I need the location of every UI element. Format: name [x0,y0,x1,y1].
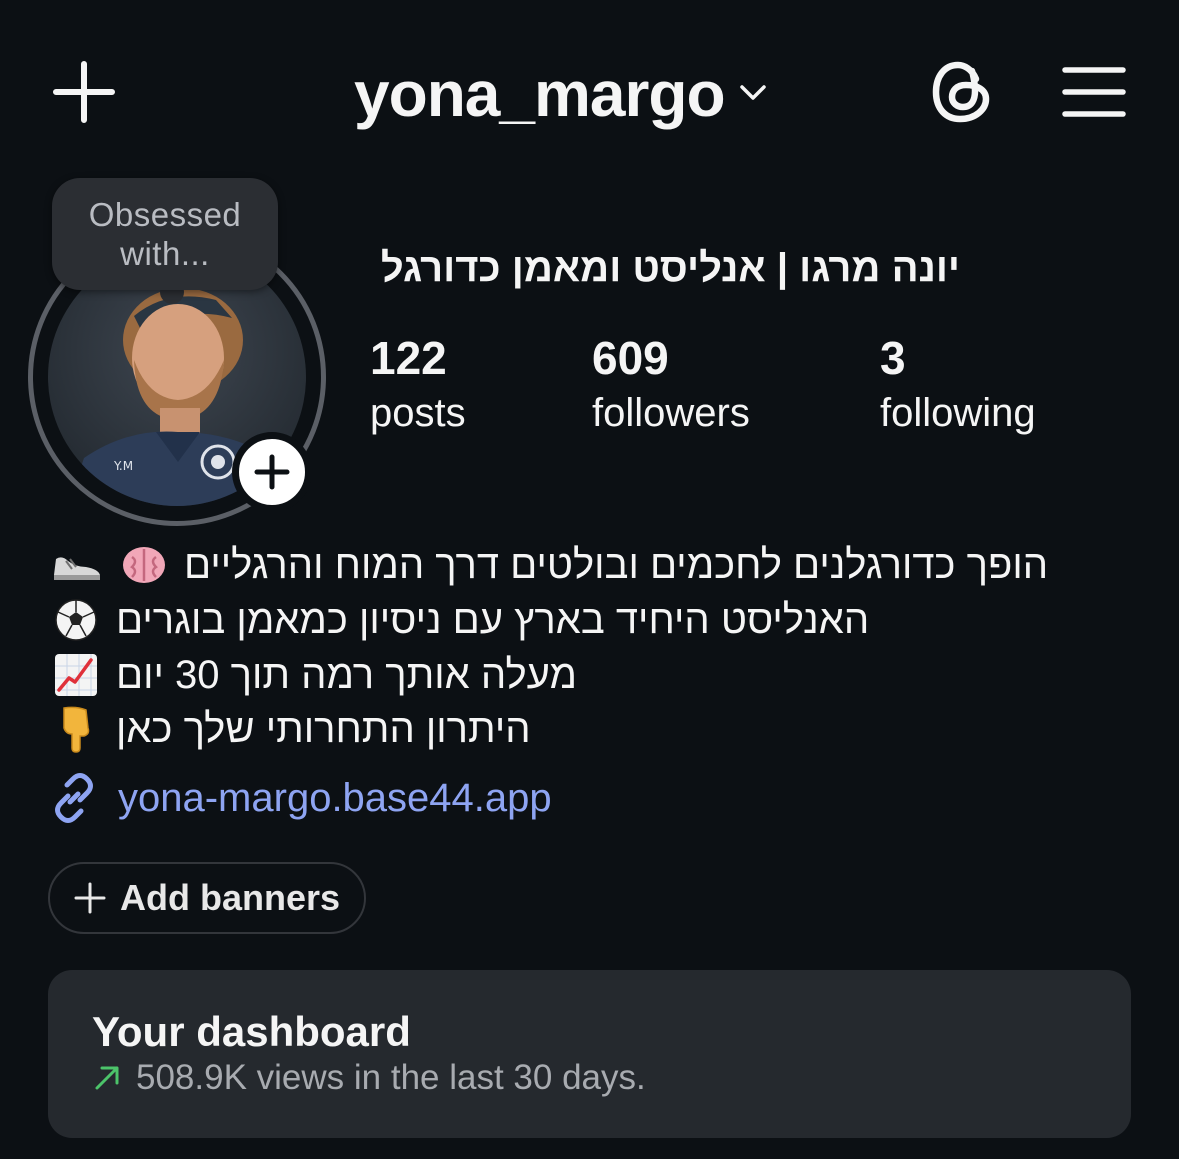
brain-icon [116,540,172,590]
plus-icon [53,61,115,123]
bio-link[interactable]: yona-margo.base44.app [48,770,552,826]
bio-text: מעלה אותך רמה תוך 30 יום [116,652,578,697]
menu-button[interactable] [1058,60,1130,124]
bio-line: האנליסט היחיד בארץ עם ניסיון כמאמן בוגרי… [48,593,1088,647]
note-bubble[interactable]: Obsessed with... [52,178,278,290]
bio-text: האנליסט היחיד בארץ עם ניסיון כמאמן בוגרי… [116,597,870,642]
note-text-line2: with... [120,235,210,272]
bio-line: מעלה אותך רמה תוך 30 יום [48,648,1088,702]
note-text-line1: Obsessed [88,196,242,233]
link-icon [55,773,93,823]
following-count[interactable]: 3 following [880,330,1036,440]
threads-button[interactable] [924,54,1000,130]
followers-count[interactable]: 609 followers [592,330,750,440]
followers-label: followers [592,391,750,435]
username: yona_margo [354,58,726,130]
plus-icon [74,882,106,914]
bio-text: היתרון התחרותי שלך כאן [116,706,531,751]
dashboard-title: Your dashboard [92,1008,411,1055]
link-text: yona-margo.base44.app [118,775,552,820]
bio-line: הופך כדורגלנים לחכמים ובולטים דרך המוח ו… [48,538,1088,592]
profile-screen: yona_margo Y.M Obsessed with... יונה מרג… [0,0,1179,1159]
following-value: 3 [880,332,906,384]
account-switcher[interactable]: yona_margo [354,54,767,134]
display-name: יונה מרגו | אנליסט ומאמן כדורגל [380,246,960,290]
avatar-initials: Y.M [113,459,133,473]
followers-value: 609 [592,332,669,384]
trend-up-arrow-icon [95,1066,119,1090]
add-banners-label: Add banners [120,877,341,918]
bio-text: הופך כדורגלנים לחכמים ובולטים דרך המוח ו… [184,542,1049,587]
posts-count[interactable]: 122 posts [370,330,466,440]
create-button[interactable] [48,56,120,128]
sneaker-icon [48,540,104,590]
following-label: following [880,391,1036,435]
dashboard-views-text: 508.9K views in the last 30 days. [136,1058,646,1097]
posts-value: 122 [370,332,447,384]
bio-line: היתרון התחרותי שלך כאן [48,702,1088,756]
add-story-button[interactable] [232,432,312,512]
chevron-down-icon [739,85,766,100]
threads-icon [932,61,990,123]
dashboard-card[interactable]: Your dashboard 508.9K views in the last … [48,970,1131,1138]
chart-increasing-icon [48,650,104,700]
dashboard-summary: 508.9K views in the last 30 days. [92,1058,646,1098]
pointing-down-icon [48,704,104,754]
soccer-ball-icon [48,595,104,645]
add-banners-button[interactable]: Add banners [48,862,366,934]
plus-icon [254,454,290,490]
hamburger-menu-icon [1062,67,1126,117]
posts-label: posts [370,391,466,435]
